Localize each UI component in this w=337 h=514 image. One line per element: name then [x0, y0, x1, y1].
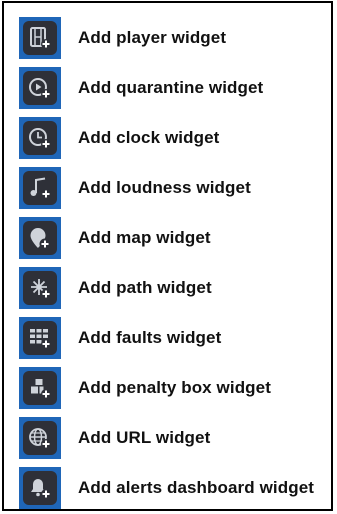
menu-item-label: Add URL widget [78, 428, 211, 447]
menu-item-add-penalty-box-widget[interactable]: Add penalty box widget [4, 363, 331, 413]
menu-item-label: Add alerts dashboard widget [78, 478, 315, 497]
menu-item-label: Add quarantine widget [78, 78, 264, 97]
penalty-box-icon [19, 367, 61, 409]
quarantine-icon [19, 67, 61, 109]
menu-item-add-quarantine-widget[interactable]: Add quarantine widget [4, 63, 331, 113]
faults-icon [19, 317, 61, 359]
alerts-dashboard-icon [19, 467, 61, 509]
map-icon [19, 217, 61, 259]
menu-item-add-player-widget[interactable]: Add player widget [4, 13, 331, 63]
menu-item-label: Add penalty box widget [78, 378, 271, 397]
menu-item-add-alerts-dashboard-widget[interactable]: Add alerts dashboard widget [4, 463, 331, 513]
menu-item-add-url-widget[interactable]: Add URL widget [4, 413, 331, 463]
menu-item-label: Add clock widget [78, 128, 220, 147]
url-icon [19, 417, 61, 459]
menu-item-label: Add faults widget [78, 328, 222, 347]
path-icon [19, 267, 61, 309]
menu-item-add-path-widget[interactable]: Add path widget [4, 263, 331, 313]
menu-item-add-loudness-widget[interactable]: Add loudness widget [4, 163, 331, 213]
menu-item-label: Add player widget [78, 28, 227, 47]
menu-item-label: Add path widget [78, 278, 212, 297]
menu-item-add-clock-widget[interactable]: Add clock widget [4, 113, 331, 163]
loudness-icon [19, 167, 61, 209]
menu-item-label: Add map widget [78, 228, 211, 247]
add-widget-menu: Add player widget Add quarantine widget [2, 1, 333, 511]
clock-icon [19, 117, 61, 159]
menu-item-add-map-widget[interactable]: Add map widget [4, 213, 331, 263]
menu-item-label: Add loudness widget [78, 178, 251, 197]
menu-item-add-faults-widget[interactable]: Add faults widget [4, 313, 331, 363]
player-icon [19, 17, 61, 59]
